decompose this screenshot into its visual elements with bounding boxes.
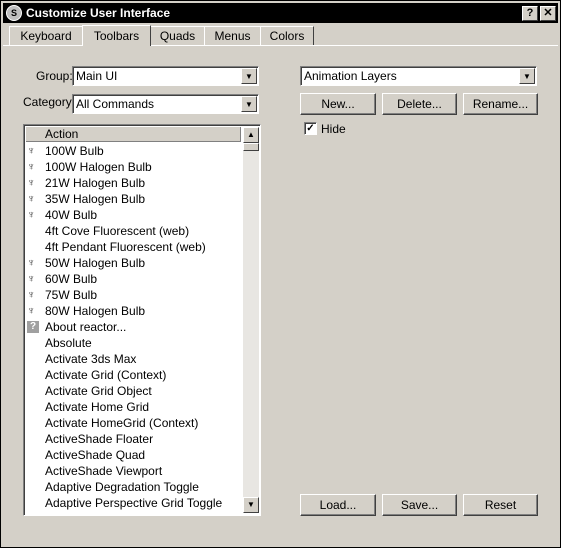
action-column-header[interactable]: Action	[26, 127, 241, 142]
scroll-up-icon[interactable]: ▲	[243, 127, 259, 143]
list-item-label: Activate 3ds Max	[45, 352, 137, 366]
list-item-label: ActiveShade Viewport	[45, 464, 163, 478]
list-item[interactable]: ♆ 75W Bulb	[26, 287, 240, 303]
list-item[interactable]: Adaptive Degradation Toggle	[26, 479, 240, 495]
list-item[interactable]: ♆ 60W Bulb	[26, 271, 240, 287]
app-logo-icon: S	[6, 5, 22, 21]
title-bar: S Customize User Interface ? ✕	[3, 3, 558, 23]
category-dropdown[interactable]: All Commands ▼	[72, 94, 259, 114]
list-item-label: 60W Bulb	[45, 272, 98, 286]
list-item[interactable]: ActiveShade Quad	[26, 447, 240, 463]
customize-ui-dialog: S Customize User Interface ? ✕ Keyboard …	[0, 0, 561, 548]
action-header-label: Action	[45, 127, 79, 141]
action-rows: ♆ 100W Bulb ♆ 100W Halogen Bulb ♆ 21W Halogen…	[26, 143, 240, 511]
list-item[interactable]: ♆ 21W Halogen Bulb	[26, 175, 240, 191]
bulb-icon: ♆	[27, 273, 36, 285]
list-item[interactable]: ? About reactor...	[26, 319, 240, 335]
list-item-label: Activate Grid (Context)	[45, 368, 167, 382]
save-button[interactable]: Save...	[382, 494, 457, 516]
list-item[interactable]: ♆ 80W Halogen Bulb	[26, 303, 240, 319]
tab-toolbars[interactable]: Toolbars	[82, 25, 151, 46]
list-item-label: ActiveShade Floater	[45, 432, 154, 446]
list-item-label: 100W Halogen Bulb	[45, 160, 152, 174]
list-item-label: 75W Bulb	[45, 288, 98, 302]
list-item-label: 40W Bulb	[45, 208, 98, 222]
list-item[interactable]: ♆ 35W Halogen Bulb	[26, 191, 240, 207]
category-label: Category:	[23, 95, 76, 109]
rename-toolbar-button[interactable]: Rename...	[463, 93, 538, 115]
toolbar-value: Animation Layers	[304, 69, 397, 83]
bulb-icon: ♆	[27, 177, 36, 189]
bulb-icon: ♆	[27, 193, 36, 205]
delete-toolbar-button[interactable]: Delete...	[382, 93, 457, 115]
question-icon: ?	[27, 321, 39, 333]
list-item-label: 4ft Pendant Fluorescent (web)	[45, 240, 206, 254]
list-item[interactable]: Activate HomeGrid (Context)	[26, 415, 240, 431]
help-button[interactable]: ?	[522, 6, 538, 21]
bulb-icon: ♆	[27, 257, 36, 269]
tab-keyboard[interactable]: Keyboard	[9, 26, 83, 45]
list-item[interactable]: Activate Grid (Context)	[26, 367, 240, 383]
bulb-icon: ♆	[27, 305, 36, 317]
group-dropdown[interactable]: Main UI ▼	[72, 66, 259, 86]
toolbar-dropdown[interactable]: Animation Layers ▼	[300, 66, 537, 86]
reset-button[interactable]: Reset	[463, 494, 538, 516]
list-item-label: Absolute	[45, 336, 92, 350]
list-item[interactable]: 4ft Cove Fluorescent (web)	[26, 223, 240, 239]
list-item-label: Adaptive Degradation Toggle	[45, 480, 199, 494]
list-item[interactable]: ♆ 50W Halogen Bulb	[26, 255, 240, 271]
list-item[interactable]: ActiveShade Viewport	[26, 463, 240, 479]
list-item[interactable]: ActiveShade Floater	[26, 431, 240, 447]
close-button[interactable]: ✕	[540, 6, 556, 21]
list-item[interactable]: Activate 3ds Max	[26, 351, 240, 367]
list-item[interactable]: Activate Grid Object	[26, 383, 240, 399]
list-item-label: Activate Grid Object	[45, 384, 152, 398]
bulb-icon: ♆	[27, 161, 36, 173]
list-item-label: ActiveShade Quad	[45, 448, 146, 462]
chevron-down-icon[interactable]: ▼	[241, 68, 257, 84]
scroll-thumb[interactable]	[243, 143, 259, 151]
tab-quads[interactable]: Quads	[150, 26, 205, 45]
hide-checkbox[interactable]: ✓	[304, 122, 317, 135]
bulb-icon: ♆	[27, 209, 36, 221]
list-item-label: Adaptive Perspective Grid Toggle	[45, 496, 223, 510]
tab-bar: Keyboard Toolbars Quads Menus Colors	[3, 25, 558, 46]
action-list[interactable]: Action ♆ 100W Bulb ♆ 100W Halogen Bulb ♆ 21W …	[23, 124, 261, 516]
list-item[interactable]: Absolute	[26, 335, 240, 351]
list-item-label: 50W Halogen Bulb	[45, 256, 146, 270]
chevron-down-icon[interactable]: ▼	[519, 68, 535, 84]
chevron-down-icon[interactable]: ▼	[241, 96, 257, 112]
load-button[interactable]: Load...	[300, 494, 376, 516]
list-item-label: 4ft Cove Fluorescent (web)	[45, 224, 190, 238]
list-item-label: About reactor...	[45, 320, 127, 334]
tab-menus[interactable]: Menus	[204, 26, 261, 45]
list-item-label: 21W Halogen Bulb	[45, 176, 146, 190]
list-item-label: Activate HomeGrid (Context)	[45, 416, 199, 430]
list-item[interactable]: ♆ 40W Bulb	[26, 207, 240, 223]
bulb-icon: ♆	[27, 289, 36, 301]
tab-colors[interactable]: Colors	[260, 26, 314, 45]
list-item[interactable]: 4ft Pendant Fluorescent (web)	[26, 239, 240, 255]
bulb-icon: ♆	[27, 145, 36, 157]
scroll-down-icon[interactable]: ▼	[243, 497, 259, 513]
hide-label: Hide	[321, 122, 346, 136]
list-item[interactable]: Adaptive Perspective Grid Toggle	[26, 495, 240, 511]
group-label: Group:	[36, 69, 73, 83]
category-value: All Commands	[76, 97, 155, 111]
action-list-scrollbar[interactable]: ▲ ▼	[243, 127, 259, 513]
list-item[interactable]: Activate Home Grid	[26, 399, 240, 415]
list-item-label: 80W Halogen Bulb	[45, 304, 146, 318]
list-item-label: Activate Home Grid	[45, 400, 150, 414]
list-item-label: 100W Bulb	[45, 144, 104, 158]
window-title: Customize User Interface	[26, 6, 171, 20]
group-value: Main UI	[76, 69, 118, 83]
list-item[interactable]: ♆ 100W Halogen Bulb	[26, 159, 240, 175]
new-toolbar-button[interactable]: New...	[300, 93, 376, 115]
list-item[interactable]: ♆ 100W Bulb	[26, 143, 240, 159]
list-item-label: 35W Halogen Bulb	[45, 192, 146, 206]
